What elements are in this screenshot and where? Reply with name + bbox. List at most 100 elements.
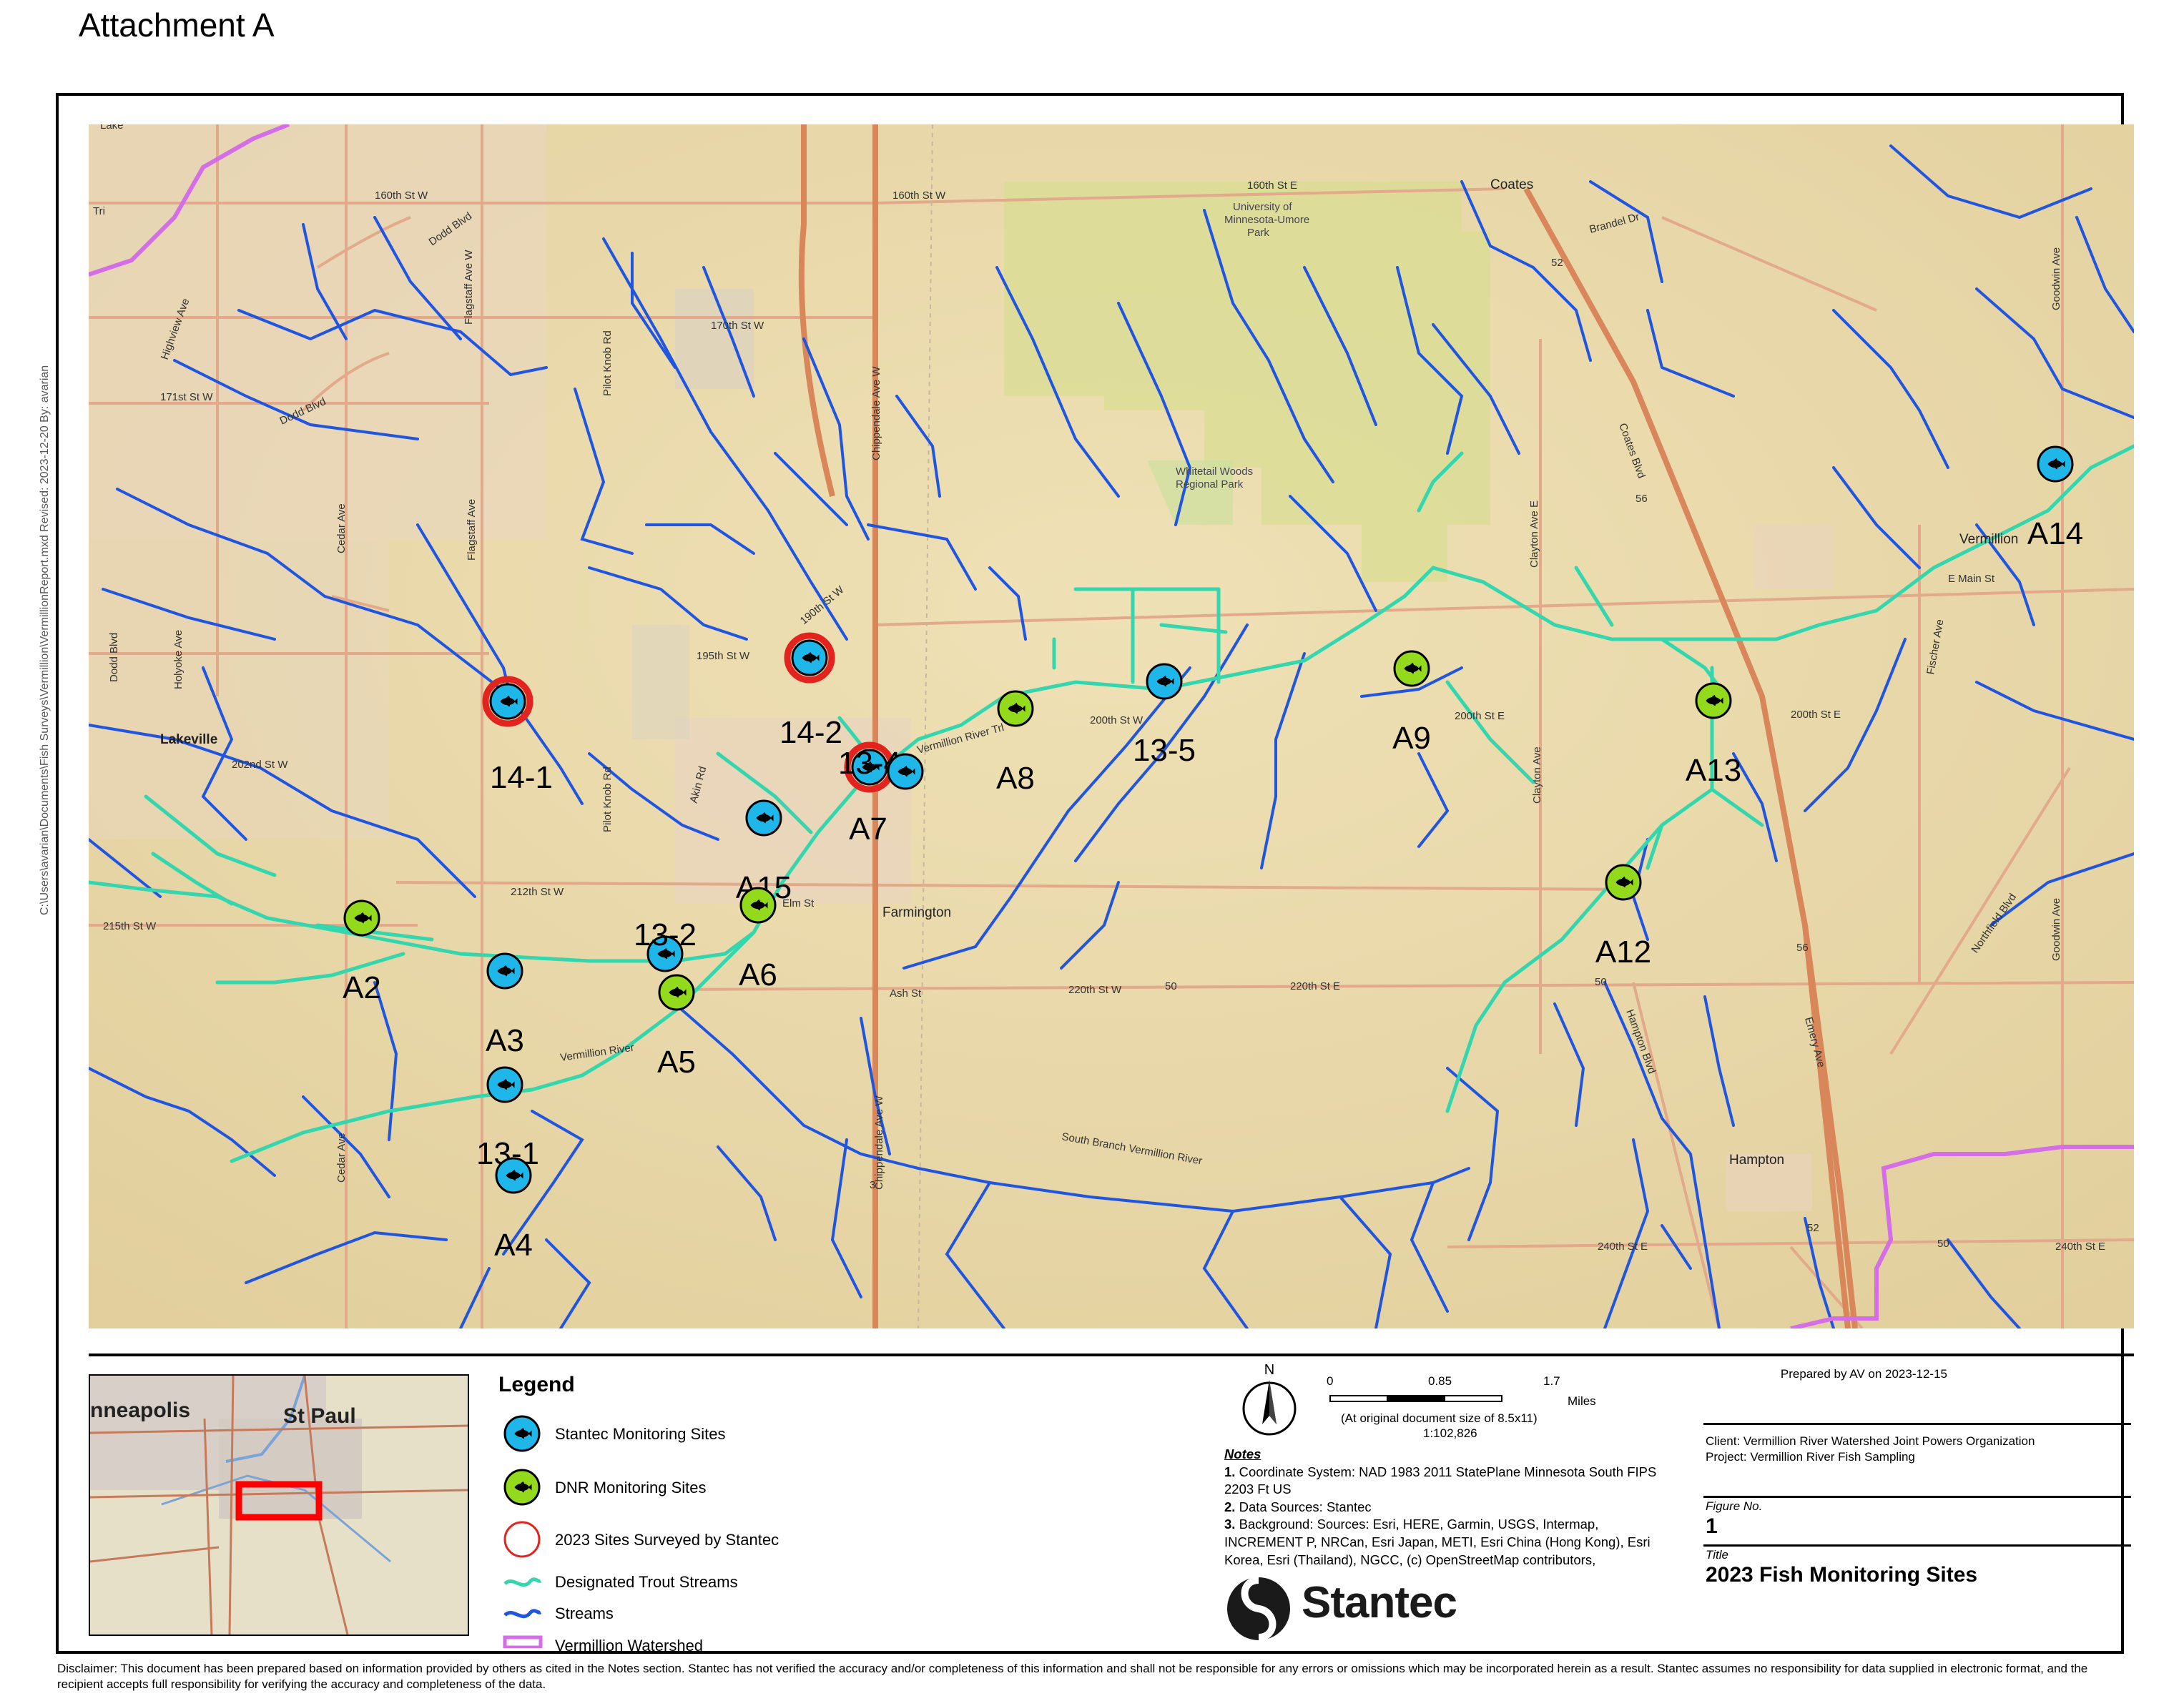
place-whitetail: Whitetail Woods <box>1176 465 1253 478</box>
svg-text:212th St W: 212th St W <box>511 886 564 898</box>
place-lakeville: Lakeville <box>160 732 217 747</box>
vermillion-town-area <box>1755 525 1834 589</box>
project-text: Project: Vermillion River Fish Sampling <box>1706 1450 1915 1464</box>
svg-text:56: 56 <box>1635 493 1648 505</box>
svg-text:220th St W: 220th St W <box>1068 984 1122 996</box>
disclaimer: Disclaimer: This document has been prepa… <box>57 1662 2088 1692</box>
svg-text:Holyoke Ave: Holyoke Ave <box>172 630 185 689</box>
note-2: 2. Data Sources: Stantec <box>1224 1499 1372 1514</box>
map-bottom-rule <box>89 1354 2134 1356</box>
site-label-A5: A5 <box>657 1045 696 1080</box>
svg-text:200th St E: 200th St E <box>1791 709 1841 721</box>
stantec-logo: Stantec <box>1224 1573 1525 1645</box>
site-label-A13: A13 <box>1686 753 1741 788</box>
legend-symbols <box>503 1415 543 1648</box>
prepared-by: Prepared by AV on 2023-12-15 <box>1780 1367 1947 1381</box>
svg-text:160th St W: 160th St W <box>375 189 428 202</box>
svg-text:195th St W: 195th St W <box>697 650 750 662</box>
svg-text:Goodwin Ave: Goodwin Ave <box>2050 247 2062 310</box>
svg-text:50: 50 <box>1937 1238 1949 1250</box>
legend-item-surveyed: 2023 Sites Surveyed by Stantec <box>555 1531 779 1549</box>
inset-label-stpaul: St Paul <box>283 1404 356 1428</box>
place-coates: Coates <box>1490 177 1533 192</box>
scale-tick-2: 1.7 <box>1543 1374 1560 1388</box>
scale-note: (At original document size of 8.5x11) <box>1341 1411 1538 1425</box>
figure-title: 2023 Fish Monitoring Sites <box>1706 1563 1978 1587</box>
site-label-A9: A9 <box>1392 721 1431 756</box>
svg-text:Chippendale Ave W: Chippendale Ave W <box>870 366 882 460</box>
svg-text:Pilot Knob Rd: Pilot Knob Rd <box>601 330 614 396</box>
place-umore-2: Minnesota-Umore <box>1224 214 1309 226</box>
legend-watershed-symbol <box>503 1635 543 1648</box>
site-label-A6: A6 <box>739 957 777 992</box>
svg-text:Cedar Ave: Cedar Ave <box>335 503 348 553</box>
site-label-A14: A14 <box>2027 516 2083 551</box>
map-canvas[interactable]: 160th St W 160th St W 160th St E 170th S… <box>89 124 2134 1328</box>
place-hampton: Hampton <box>1729 1153 1784 1168</box>
place-vermillion: Vermillion <box>1959 532 2018 547</box>
legend-dnr-symbol <box>503 1469 541 1506</box>
legend-item-streams: Streams <box>555 1604 614 1622</box>
attachment-title: Attachment A <box>79 6 275 44</box>
svg-text:240th St E: 240th St E <box>2055 1241 2105 1253</box>
north-arrow: N <box>1242 1362 1297 1436</box>
lakeville-south-urban <box>89 539 389 839</box>
svg-text:200th St E: 200th St E <box>1455 710 1505 722</box>
file-path-sidebar: C:\Users\avarian\Documents\Fish Surveys\… <box>39 365 51 915</box>
legend-item-stantec: Stantec Monitoring Sites <box>555 1425 726 1443</box>
legend-surveyed-symbol <box>503 1521 541 1558</box>
site-label-14-1: 14-1 <box>490 760 553 795</box>
svg-text:Cedar Ave: Cedar Ave <box>335 1133 348 1183</box>
svg-text:220th St E: 220th St E <box>1290 980 1340 992</box>
stantec-logo-text: Stantec <box>1302 1578 1457 1627</box>
site-label-A12: A12 <box>1595 935 1651 970</box>
svg-text:Goodwin Ave: Goodwin Ave <box>2050 898 2062 961</box>
legend-trout-symbol <box>503 1577 542 1587</box>
legend-item-trout: Designated Trout Streams <box>555 1573 738 1591</box>
north-letter: N <box>1264 1362 1274 1378</box>
client-text: Client: Vermillion River Watershed Joint… <box>1706 1434 2035 1448</box>
scale-tick-1: 0.85 <box>1428 1374 1452 1388</box>
legend-stantec-symbol <box>503 1415 541 1452</box>
svg-text:50: 50 <box>1165 980 1177 992</box>
figure-label: Figure No. <box>1706 1499 1763 1513</box>
inset-map: nneapolis St Paul <box>89 1374 469 1636</box>
place-whitetail-2: Regional Park <box>1176 478 1244 490</box>
svg-text:52: 52 <box>1807 1222 1819 1234</box>
place-umore-3: Park <box>1247 227 1269 239</box>
svg-text:160th St E: 160th St E <box>1247 179 1297 192</box>
inset-label-minneapolis: nneapolis <box>90 1399 190 1422</box>
lakeville-urban-area <box>89 124 546 539</box>
svg-text:Tri: Tri <box>93 205 105 217</box>
note-3: 3. Background: Sources: Esri, HERE, Garm… <box>1224 1517 1651 1567</box>
legend-title: Legend <box>498 1373 575 1396</box>
svg-text:Lake: Lake <box>100 124 124 132</box>
svg-text:200th St W: 200th St W <box>1090 714 1143 726</box>
info-rule-1 <box>1703 1423 2131 1425</box>
info-rule-2 <box>1703 1496 2131 1498</box>
map-panel[interactable]: 160th St W 160th St W 160th St E 170th S… <box>89 124 2134 1328</box>
scale-tick-0: 0 <box>1327 1374 1334 1388</box>
notes-heading: Notes <box>1224 1446 1261 1461</box>
svg-text:215th St W: 215th St W <box>103 920 157 932</box>
svg-text:Clayton Ave E: Clayton Ave E <box>1528 501 1540 568</box>
svg-text:Pilot Knob Rd: Pilot Knob Rd <box>601 766 614 832</box>
svg-text:170th St W: 170th St W <box>711 320 764 332</box>
inset-map-canvas: nneapolis St Paul <box>90 1376 468 1635</box>
scale-units: Miles <box>1568 1394 1596 1408</box>
svg-text:52: 52 <box>1551 257 1563 269</box>
svg-text:Clayton Ave: Clayton Ave <box>1531 746 1543 804</box>
svg-text:Dodd Blvd: Dodd Blvd <box>108 633 120 682</box>
notes-block: Notes 1. Coordinate System: NAD 1983 201… <box>1224 1446 1668 1569</box>
svg-text:E Main St: E Main St <box>1948 573 1995 585</box>
site-label-A2: A2 <box>343 970 381 1005</box>
legend-stream-symbol <box>503 1609 542 1619</box>
svg-text:Chippendale Ave W: Chippendale Ave W <box>873 1095 885 1190</box>
svg-text:202nd St W: 202nd St W <box>232 759 288 771</box>
note-1: 1. Coordinate System: NAD 1983 2011 Stat… <box>1224 1464 1657 1497</box>
scale-ratio: 1:102,826 <box>1423 1426 1477 1440</box>
site-label-14-2: 14-2 <box>779 715 842 750</box>
site-label-13-5: 13-5 <box>1133 733 1196 768</box>
place-farmington: Farmington <box>882 905 951 920</box>
quarry-area <box>675 289 754 389</box>
